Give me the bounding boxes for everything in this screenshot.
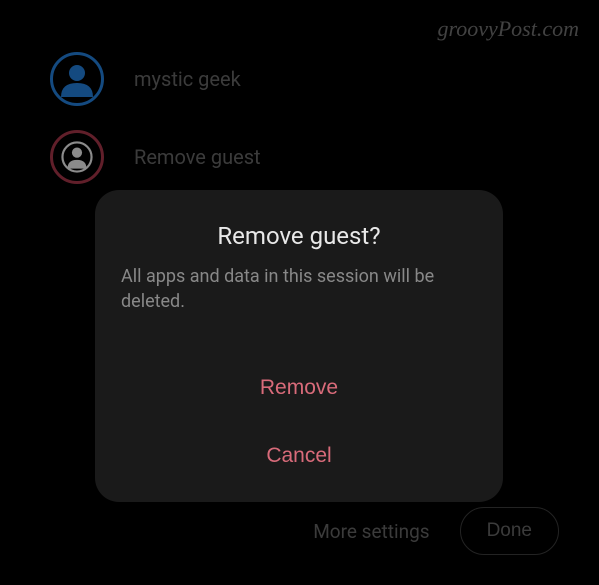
remove-button[interactable]: Remove [121,354,477,422]
dialog-title: Remove guest? [121,222,477,250]
confirm-dialog: Remove guest? All apps and data in this … [95,190,503,502]
dialog-body: All apps and data in this session will b… [121,264,477,314]
cancel-button[interactable]: Cancel [121,422,477,490]
